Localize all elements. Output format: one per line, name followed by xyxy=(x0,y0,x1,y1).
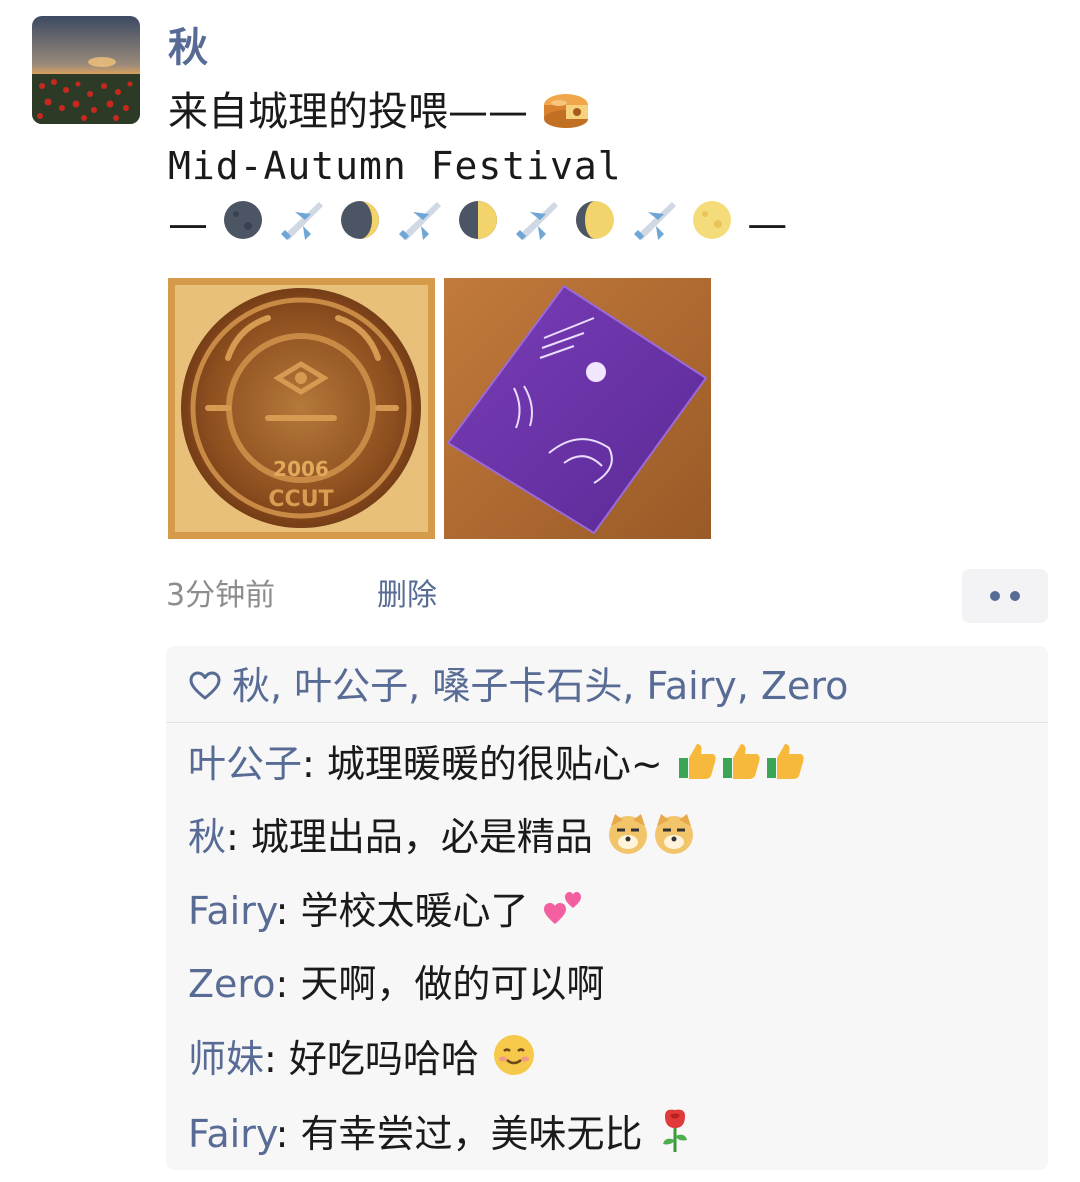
full-moon-icon xyxy=(690,198,734,255)
comment-separator: : xyxy=(275,962,301,1006)
more-dot-icon xyxy=(990,591,1000,601)
author-avatar[interactable] xyxy=(32,16,140,124)
comment-author[interactable]: 叶公子 xyxy=(188,742,302,786)
dash-end: — xyxy=(747,201,788,248)
comment-text: 城理出品，必是精品 xyxy=(250,815,593,859)
doge-icon xyxy=(605,810,651,869)
comment-text: 城理暖暖的很贴心~ xyxy=(326,742,663,786)
mooncake-initials-text: CCUT xyxy=(268,487,333,512)
airplane-icon xyxy=(395,196,443,257)
comment-item[interactable]: Zero: 天啊，做的可以啊 xyxy=(188,958,604,1010)
post-text-line-1: 来自城理的投喂—— xyxy=(168,86,591,142)
post-text-line-3: — — xyxy=(168,196,787,257)
comment-separator: : xyxy=(275,889,301,933)
comment-text: 天啊，做的可以啊 xyxy=(300,962,605,1006)
comment-item[interactable]: Fairy: 有幸尝过，美味无比 xyxy=(188,1106,695,1167)
more-actions-button[interactable] xyxy=(962,569,1048,623)
mooncake-icon xyxy=(541,87,591,142)
thumbs-up-icon xyxy=(719,738,763,795)
new-moon-icon xyxy=(221,198,265,255)
airplane-icon xyxy=(512,196,560,257)
airplane-icon xyxy=(277,196,325,257)
gift-box-photo[interactable] xyxy=(444,278,711,539)
mooncake-photo[interactable]: 2006 CCUT xyxy=(168,278,435,539)
airplane-icon xyxy=(630,196,678,257)
waxing-crescent-moon-icon xyxy=(338,198,382,255)
doge-icon xyxy=(651,810,697,869)
comment-item[interactable]: 秋: 城理出品，必是精品 xyxy=(188,810,697,869)
smile-face-icon xyxy=(491,1032,537,1091)
dash-start: — xyxy=(168,201,208,248)
delete-link[interactable]: 删除 xyxy=(377,575,437,617)
likes-row: 秋, 叶公子, 嗓子卡石头, Fairy, Zero xyxy=(188,660,848,712)
comment-author[interactable]: 秋 xyxy=(188,815,226,859)
more-dot-icon xyxy=(1010,591,1020,601)
two-hearts-icon xyxy=(541,884,587,943)
comment-separator: : xyxy=(264,1037,289,1081)
likes-names[interactable]: 秋, 叶公子, 嗓子卡石头, Fairy, Zero xyxy=(232,660,848,712)
comment-separator: : xyxy=(302,742,327,786)
heart-icon xyxy=(189,671,221,700)
comment-item[interactable]: 叶公子: 城理暖暖的很贴心~ xyxy=(188,738,807,795)
mooncake-year-text: 2006 xyxy=(273,457,329,481)
waxing-gibbous-moon-icon xyxy=(573,198,617,255)
author-name[interactable]: 秋 xyxy=(168,22,208,74)
first-quarter-moon-icon xyxy=(456,198,500,255)
comment-separator: : xyxy=(275,1112,301,1156)
thumbs-up-icon xyxy=(675,738,719,795)
comment-author[interactable]: Zero xyxy=(188,962,275,1006)
interaction-panel: 秋, 叶公子, 嗓子卡石头, Fairy, Zero 叶公子: 城理暖暖的很贴心… xyxy=(166,646,1048,1170)
comment-item[interactable]: Fairy: 学校太暖心了 xyxy=(188,884,587,943)
post-text-line-2: Mid-Autumn Festival xyxy=(168,144,622,188)
rose-icon xyxy=(655,1106,695,1167)
likes-divider xyxy=(166,722,1048,723)
thumbs-up-icon xyxy=(763,738,807,795)
comment-author[interactable]: Fairy xyxy=(188,889,276,933)
comment-item[interactable]: 师妹: 好吃吗哈哈 xyxy=(188,1032,537,1091)
post-timestamp: 3分钟前 xyxy=(166,578,276,613)
comment-separator: : xyxy=(226,815,251,859)
comment-text: 有幸尝过，美味无比 xyxy=(300,1112,643,1156)
comment-author[interactable]: Fairy xyxy=(188,1112,276,1156)
comment-text: 学校太暖心了 xyxy=(300,889,529,933)
comment-text: 好吃吗哈哈 xyxy=(288,1037,479,1081)
comment-author[interactable]: 师妹 xyxy=(188,1037,264,1081)
post-text: 来自城理的投喂—— xyxy=(168,89,528,135)
